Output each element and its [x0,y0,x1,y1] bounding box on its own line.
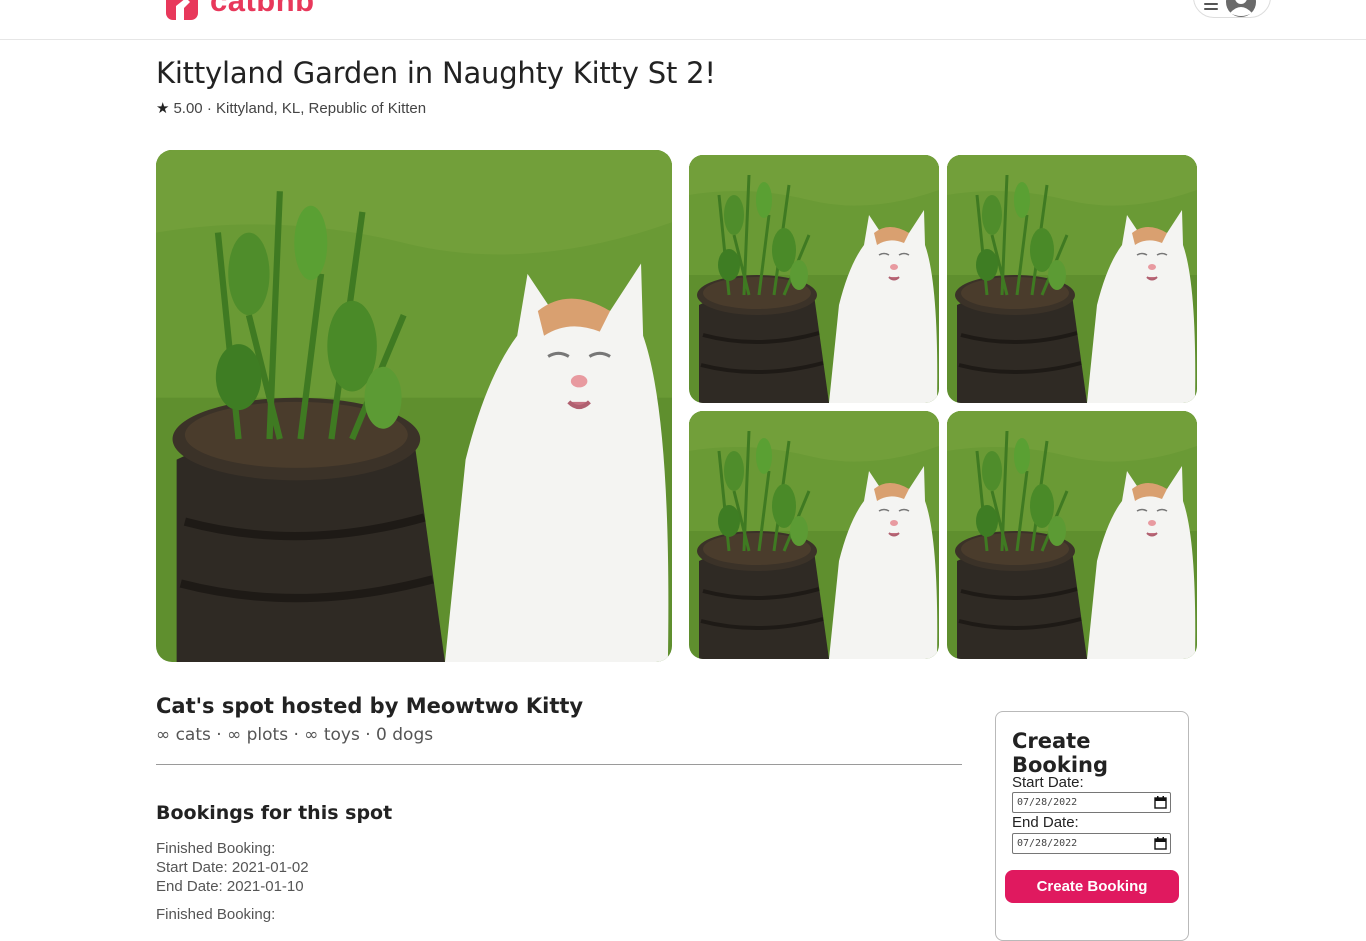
listing-subtitle: ★ 5.00 · Kittyland, KL, Republic of Kitte… [156,99,426,117]
spot-details: ∞ cats · ∞ plots · ∞ toys · 0 dogs [156,725,434,745]
start-date-label: Start Date: [1012,774,1084,791]
listing-photo-thumbnail[interactable] [689,411,939,659]
catbnb-logo-icon [166,0,198,20]
start-date-input[interactable]: 07/28/2022 [1012,792,1171,813]
create-booking-card: Create Booking Start Date: 07/28/2022 En… [995,711,1189,941]
main-listing-photo[interactable] [156,150,672,662]
listing-photo-thumbnail[interactable] [689,155,939,403]
host-title: Cat's spot hosted by Meowtwo Kitty [156,694,584,718]
end-date-input[interactable]: 07/28/2022 [1012,833,1171,854]
listing-title: Kittyland Garden in Naughty Kitty St 2! [156,56,716,90]
booking-end-date: End Date: 2021-01-10 [156,878,304,895]
cat-photo-image [156,150,672,662]
end-date-value: 07/28/2022 [1017,838,1078,849]
catbnb-logo-link[interactable]: catbnb [164,0,315,22]
user-avatar-icon [1226,0,1256,17]
booking-entry: Finished Booking: [156,905,275,924]
calendar-icon[interactable] [1154,837,1167,850]
create-booking-title: Create Booking [1012,729,1109,777]
rating-value: 5.00 [173,100,203,117]
booking-start-date: Start Date: 2021-01-02 [156,859,309,876]
start-date-value: 07/28/2022 [1017,797,1078,808]
profile-menu-button[interactable] [1193,0,1271,18]
star-icon: ★ [156,100,170,117]
calendar-icon[interactable] [1154,796,1167,809]
separator: · [206,100,212,117]
cat-photo-image [689,411,939,659]
end-date-label: End Date: [1012,814,1079,831]
cat-photo-image [947,155,1197,403]
listing-location: Kittyland, KL, Republic of Kitten [216,100,427,117]
cat-photo-image [947,411,1197,659]
cat-photo-image [689,155,939,403]
create-booking-button[interactable]: Create Booking [1005,870,1179,903]
bookings-section-title: Bookings for this spot [156,802,393,824]
top-navigation-bar: catbnb [0,0,1366,40]
booking-status: Finished Booking: [156,840,276,857]
section-divider [156,764,962,765]
booking-entry: Finished Booking: Start Date: 2021-01-02… [156,839,309,896]
listing-photo-thumbnail[interactable] [947,411,1197,659]
booking-status: Finished Booking: [156,906,276,923]
listing-photo-thumbnail[interactable] [947,155,1197,403]
logo-text: catbnb [210,0,315,18]
hamburger-icon [1204,0,1218,10]
